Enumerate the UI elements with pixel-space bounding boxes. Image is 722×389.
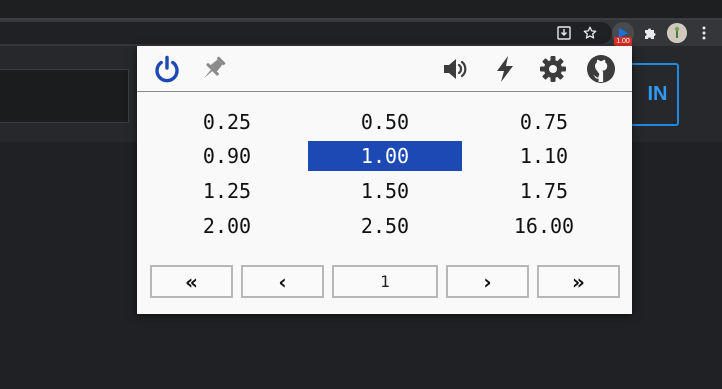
page-input[interactable] — [0, 69, 129, 123]
speed-option[interactable]: 1.25 — [150, 176, 304, 206]
extension-badge: 1.00 — [614, 37, 632, 46]
pin-icon[interactable] — [197, 53, 229, 85]
chevron-left-icon: ‹ — [278, 269, 287, 294]
power-icon[interactable] — [151, 53, 183, 85]
popup-header — [137, 46, 632, 92]
bolt-icon[interactable] — [489, 53, 521, 85]
prev-page-button[interactable]: ‹ — [241, 265, 324, 298]
avatar[interactable] — [667, 23, 687, 43]
speed-option[interactable]: 2.50 — [308, 211, 462, 241]
github-icon[interactable] — [585, 53, 617, 85]
last-page-button[interactable]: » — [537, 265, 620, 298]
double-chevron-left-icon: « — [185, 269, 198, 294]
speed-option[interactable]: 0.90 — [150, 141, 304, 171]
kebab-menu-icon[interactable] — [694, 23, 714, 43]
speed-option[interactable]: 0.25 — [150, 107, 304, 137]
speed-option[interactable]: 1.10 — [467, 141, 621, 171]
address-bar[interactable] — [0, 22, 612, 44]
puzzle-icon[interactable] — [640, 23, 660, 43]
install-icon[interactable] — [554, 23, 574, 43]
speed-option[interactable]: 1.75 — [467, 176, 621, 206]
chevron-right-icon: › — [483, 269, 492, 294]
current-page-indicator: 1 — [332, 265, 438, 298]
speed-option[interactable]: 2.00 — [150, 211, 304, 241]
speed-option[interactable]: 0.50 — [308, 107, 462, 137]
page-sign-in-button[interactable]: IN — [630, 63, 679, 126]
tab-strip — [0, 0, 722, 18]
speed-popup: 0.25 0.50 0.75 0.90 1.00 1.10 1.25 1.50 … — [137, 46, 632, 314]
speed-option-selected[interactable]: 1.00 — [308, 141, 462, 171]
speed-option[interactable]: 1.50 — [308, 176, 462, 206]
volume-icon[interactable] — [439, 53, 471, 85]
first-page-button[interactable]: « — [150, 265, 233, 298]
star-icon[interactable] — [580, 23, 600, 43]
page-button-label: IN — [647, 83, 668, 105]
next-page-button[interactable]: › — [446, 265, 529, 298]
page-number: 1 — [380, 272, 390, 291]
speed-option[interactable]: 16.00 — [467, 211, 621, 241]
double-chevron-right-icon: » — [572, 269, 585, 294]
speed-option[interactable]: 0.75 — [467, 107, 621, 137]
gear-icon[interactable] — [537, 53, 569, 85]
